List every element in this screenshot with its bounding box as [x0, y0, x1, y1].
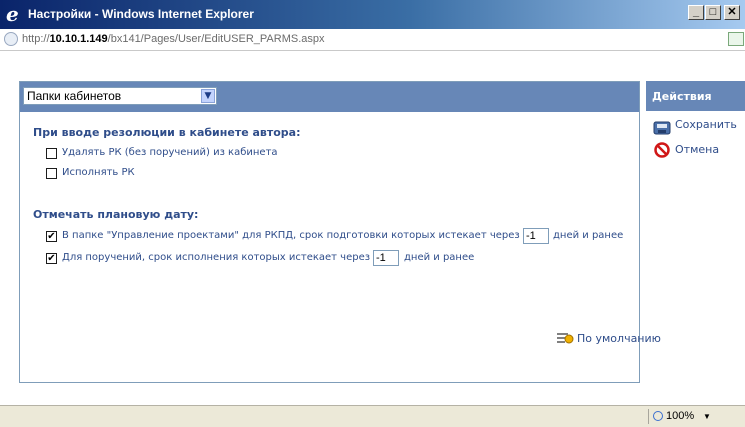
section-author-resolution: При вводе резолюции в кабинете автора:	[33, 126, 301, 139]
projects-days-input[interactable]: -1	[523, 228, 549, 244]
save-icon[interactable]	[653, 120, 671, 136]
cancel-icon[interactable]	[654, 142, 670, 158]
checkbox-projects[interactable]: ✔	[46, 231, 57, 242]
title-bar: e Настройки - Windows Internet Explorer …	[0, 0, 745, 29]
page-icon	[4, 32, 18, 46]
actions-panel: Действия Сохранить Отмена	[646, 81, 745, 383]
zoom-level: 100%	[666, 410, 695, 422]
restore-defaults-icon[interactable]	[556, 330, 574, 344]
tasks-days-input[interactable]: -1	[373, 250, 399, 266]
settings-header: Папки кабинетов ▼	[20, 82, 639, 112]
actions-title: Действия	[652, 90, 712, 103]
address-url[interactable]: http://10.10.1.149/bx141/Pages/User/Edit…	[22, 33, 325, 46]
checkbox-tasks[interactable]: ✔	[46, 253, 57, 264]
minimize-button[interactable]: _	[688, 5, 704, 20]
ie-logo-icon: e	[6, 2, 19, 26]
zoom-icon	[653, 411, 663, 421]
label-execute-rk: Исполнять РК	[62, 167, 135, 178]
chevron-down-icon[interactable]: ▼	[201, 89, 215, 103]
cancel-button[interactable]: Отмена	[675, 143, 719, 156]
tasks-days-suffix: дней и ранее	[404, 252, 475, 263]
settings-panel: Папки кабинетов ▼ При вводе резолюции в …	[19, 81, 661, 383]
folder-select-value: Папки кабинетов	[27, 89, 122, 103]
folder-select[interactable]: Папки кабинетов ▼	[23, 87, 217, 105]
compatibility-icon[interactable]	[728, 32, 744, 46]
checkbox-execute-rk[interactable]	[46, 168, 57, 179]
window-title: Настройки - Windows Internet Explorer	[28, 7, 254, 21]
zoom-control[interactable]: 100% ▼	[648, 409, 715, 424]
label-projects: В папке "Управление проектами" для РКПД,…	[62, 230, 520, 241]
label-tasks: Для поручений, срок исполнения которых и…	[62, 252, 371, 263]
section-plan-date: Отмечать плановую дату:	[33, 208, 199, 221]
actions-header: Действия	[646, 81, 745, 111]
close-button[interactable]: ✕	[724, 5, 740, 20]
save-button[interactable]: Сохранить	[675, 118, 737, 131]
chevron-down-icon[interactable]: ▼	[703, 409, 711, 424]
checkbox-delete-rk[interactable]	[46, 148, 57, 159]
maximize-button[interactable]: □	[705, 5, 721, 20]
address-bar[interactable]: http://10.10.1.149/bx141/Pages/User/Edit…	[0, 29, 745, 51]
page-content: Папки кабинетов ▼ При вводе резолюции в …	[0, 51, 745, 405]
browser-window: e Настройки - Windows Internet Explorer …	[0, 0, 745, 427]
projects-days-suffix: дней и ранее	[553, 230, 624, 241]
status-bar: 100% ▼	[0, 405, 745, 427]
label-delete-rk: Удалять РК (без поручений) из кабинета	[62, 147, 278, 158]
